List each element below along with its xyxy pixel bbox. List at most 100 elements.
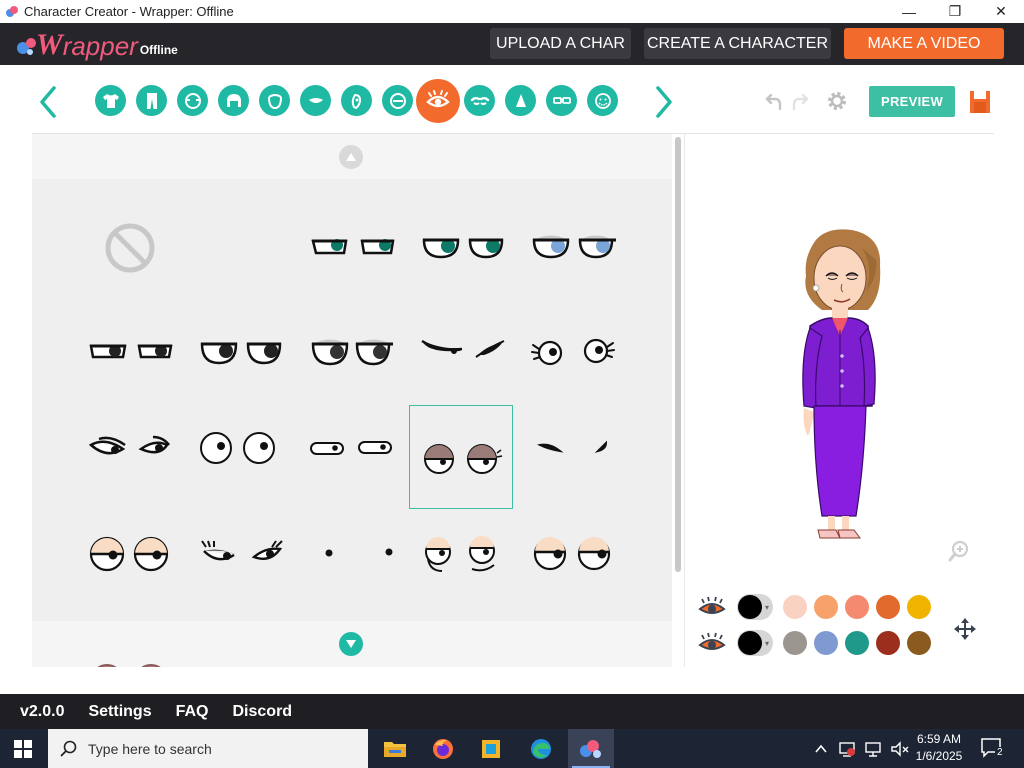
- color-swatch[interactable]: [907, 631, 931, 655]
- eye-option-item[interactable]: [521, 300, 625, 404]
- eye-color-icon: [698, 632, 726, 650]
- chevron-down-icon: ▾: [765, 602, 770, 612]
- mouth-icon[interactable]: [300, 85, 331, 116]
- eye-option-item[interactable]: [300, 500, 404, 604]
- color-swatch[interactable]: [876, 631, 900, 655]
- eye-color-icon: [698, 596, 726, 614]
- color-swatch[interactable]: [783, 631, 807, 655]
- system-clock[interactable]: 6:59 AM 1/6/2025: [906, 731, 972, 765]
- undo-icon[interactable]: [764, 89, 784, 113]
- eye-option-item-selected[interactable]: [409, 405, 513, 509]
- file-explorer-taskbar-button[interactable]: [372, 729, 418, 768]
- nose-icon[interactable]: [505, 85, 536, 116]
- color-swatch[interactable]: [783, 595, 807, 619]
- eye-option-item[interactable]: [189, 604, 293, 667]
- logo-bubbles-icon: [17, 38, 36, 55]
- preview-button[interactable]: PREVIEW: [869, 86, 955, 117]
- secondary-color-picker[interactable]: ▾: [737, 630, 773, 656]
- eye-option-item[interactable]: [521, 396, 625, 500]
- notification-center-button[interactable]: 2: [980, 737, 1006, 761]
- taskbar-search[interactable]: Type here to search: [48, 729, 368, 768]
- title-bar: Character Creator - Wrapper: Offline — ❐…: [0, 0, 1024, 23]
- move-arrows-icon[interactable]: [952, 616, 978, 642]
- eye-option-item[interactable]: [189, 300, 293, 404]
- eye-option-item[interactable]: [411, 196, 515, 300]
- settings-link[interactable]: Settings: [88, 703, 151, 721]
- windows-start-button[interactable]: [0, 729, 46, 768]
- gear-icon[interactable]: [825, 89, 849, 113]
- eye-option-item[interactable]: [521, 500, 625, 604]
- head-icon[interactable]: [177, 85, 208, 116]
- skin-icon[interactable]: [341, 85, 372, 116]
- make-video-button[interactable]: MAKE A VIDEO: [844, 28, 1004, 59]
- eye-option-item[interactable]: [411, 500, 515, 604]
- sandbox-app-taskbar-button[interactable]: [468, 729, 514, 768]
- app-window: Character Creator - Wrapper: Offline — ❐…: [0, 0, 1024, 768]
- pants-icon[interactable]: [136, 85, 167, 116]
- eye-option-item[interactable]: [521, 196, 625, 300]
- hair-icon[interactable]: [218, 85, 249, 116]
- eye-option-item[interactable]: [300, 396, 404, 500]
- upload-char-button[interactable]: UPLOAD A CHAR: [490, 28, 631, 59]
- device-icon[interactable]: [838, 740, 856, 758]
- beard-icon[interactable]: [587, 85, 618, 116]
- category-toolbar: PREVIEW: [0, 70, 1024, 134]
- zoom-in-icon[interactable]: [948, 540, 970, 562]
- redo-icon[interactable]: [790, 89, 810, 113]
- eye-option-item[interactable]: [300, 196, 404, 300]
- close-button[interactable]: ✕: [978, 0, 1024, 23]
- color-swatch[interactable]: [845, 631, 869, 655]
- face-shape-icon[interactable]: [259, 85, 290, 116]
- notification-count: 2: [995, 747, 1005, 758]
- edge-taskbar-button[interactable]: [518, 729, 564, 768]
- maximize-button[interactable]: ❐: [932, 0, 978, 23]
- color-swatch[interactable]: [907, 595, 931, 619]
- minimize-button[interactable]: —: [886, 0, 932, 23]
- primary-color-picker[interactable]: ▾: [737, 594, 773, 620]
- clock-time: 6:59 AM: [916, 732, 962, 746]
- shirt-icon[interactable]: [95, 85, 126, 116]
- eye-option-item[interactable]: [300, 300, 404, 404]
- eyebrow-icon[interactable]: [464, 85, 495, 116]
- next-arrow-icon[interactable]: [652, 84, 676, 120]
- eye-option-item[interactable]: [411, 300, 515, 404]
- chevron-down-icon: ▾: [765, 638, 770, 648]
- character-preview-stage: [685, 134, 1024, 667]
- edge-icon: [531, 738, 551, 759]
- character-figure: [802, 229, 881, 539]
- grid-scrollbar[interactable]: [675, 137, 681, 572]
- scroll-up-button[interactable]: [339, 145, 363, 169]
- color-swatch[interactable]: [814, 631, 838, 655]
- chevron-up-icon[interactable]: [814, 742, 828, 756]
- eye-icon[interactable]: [416, 79, 460, 123]
- scroll-down-button[interactable]: [339, 632, 363, 656]
- discord-link[interactable]: Discord: [233, 703, 293, 721]
- save-icon[interactable]: [968, 89, 992, 115]
- wrapper-logo[interactable]: W rapper Offline: [16, 29, 178, 61]
- create-character-button[interactable]: CREATE A CHARACTER: [644, 28, 831, 59]
- color-swatch[interactable]: [814, 595, 838, 619]
- current-color-swatch: [738, 631, 762, 655]
- firefox-taskbar-button[interactable]: [420, 729, 466, 768]
- version-label: v2.0.0: [20, 702, 65, 720]
- logo-text: rapper: [62, 31, 138, 61]
- clock-date: 1/6/2025: [915, 749, 963, 763]
- wrapper-offline-taskbar-button[interactable]: [568, 729, 614, 768]
- eye-option-item[interactable]: [78, 500, 182, 604]
- eye-option-item[interactable]: [78, 604, 182, 667]
- eye-option-item[interactable]: [78, 396, 182, 500]
- network-icon[interactable]: [864, 740, 882, 758]
- color-swatch[interactable]: [876, 595, 900, 619]
- eye-option-none[interactable]: [78, 196, 182, 300]
- folder-icon: [384, 741, 406, 757]
- glasses-icon[interactable]: [546, 85, 577, 116]
- eye-option-item[interactable]: [189, 500, 293, 604]
- eye-option-item[interactable]: [189, 396, 293, 500]
- eye-option-item[interactable]: [78, 300, 182, 404]
- wrapper-app-icon: [580, 739, 601, 758]
- color-swatch[interactable]: [845, 595, 869, 619]
- os-taskbar: Type here to search 6:59 AM 1/6/2025 2: [0, 729, 1024, 768]
- ear-icon[interactable]: [382, 85, 413, 116]
- prev-arrow-icon[interactable]: [36, 84, 60, 120]
- faq-link[interactable]: FAQ: [176, 703, 209, 721]
